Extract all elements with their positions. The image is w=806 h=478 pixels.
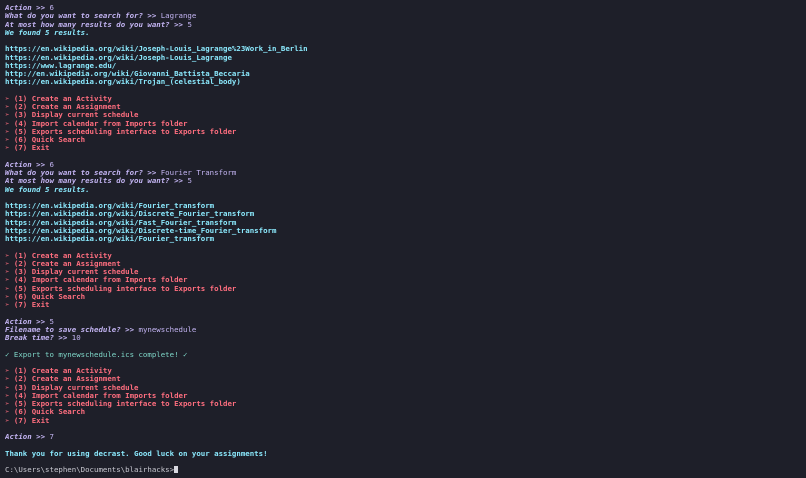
prompt-input-value: 5: [49, 317, 54, 326]
menu-option: ➢ (6) Quick Search: [5, 408, 86, 417]
prompt-label: Action >>: [5, 4, 50, 12]
search-result-url[interactable]: https://en.wikipedia.org/wiki/Discrete_F…: [5, 210, 802, 218]
shell-prompt[interactable]: C:\Users\stephen\Documents\blairhacks>: [5, 466, 802, 474]
prompt-label: At most how many results do you want? >>: [5, 177, 188, 186]
search-result-url[interactable]: https://en.wikipedia.org/wiki/Joseph-Lou…: [5, 54, 802, 62]
result-count-message: We found 5 results.: [5, 185, 90, 194]
search-result-url[interactable]: https://en.wikipedia.org/wiki/Discrete-t…: [5, 227, 802, 235]
prompt-label: What do you want to search for? >>: [5, 169, 161, 177]
block-cursor: [174, 466, 179, 473]
search-result-url[interactable]: https://en.wikipedia.org/wiki/Joseph-Lou…: [5, 45, 802, 53]
prompt-input-value: 7: [49, 433, 54, 441]
prompt-label: Action >>: [5, 433, 50, 441]
search-result-url[interactable]: https://en.wikipedia.org/wiki/Fast_Fouri…: [5, 219, 802, 227]
menu-option: ➢ (3) Display current schedule: [5, 111, 139, 120]
prompt-input-value: Lagrange: [160, 12, 197, 21]
menu-option: ➢ (6) Quick Search: [5, 292, 86, 301]
prompt-label: At most how many results do you want? >>: [5, 20, 188, 29]
terminal-output[interactable]: Action >> 6 What do you want to search fo…: [5, 4, 802, 478]
menu-option: ➢ (3) Display current schedule: [5, 383, 139, 392]
search-result-url[interactable]: https://www.lagrange.edu/: [5, 62, 802, 70]
prompt-label: Action >>: [5, 317, 50, 326]
result-count-prompt: At most how many results do you want? >>…: [5, 21, 802, 29]
menu-option: ➢ (7) Exit: [5, 144, 50, 153]
exit-message: Thank you for using decrast. Good luck o…: [5, 449, 268, 458]
prompt-input-value: 6: [49, 4, 54, 12]
menu-option: ➢ (1) Create an Activity: [5, 251, 112, 260]
filename-prompt: Filename to save schedule? >> mynewsched…: [5, 326, 802, 334]
menu-option: ➢ (6) Quick Search: [5, 136, 86, 144]
search-result-url[interactable]: https://en.wikipedia.org/wiki/Fourier_tr…: [5, 202, 802, 210]
menu-option: ➢ (5) Exports scheduling interface to Ex…: [5, 400, 237, 408]
menu-option: ➢ (2) Create an Assignment: [5, 259, 121, 268]
action-prompt: Action >> 7: [5, 433, 802, 441]
result-count-message: We found 5 results.: [5, 28, 90, 37]
prompt-input-value: 6: [49, 160, 54, 169]
menu-option: ➢ (4) Import calendar from Imports folde…: [5, 119, 188, 128]
search-result-url[interactable]: https://en.wikipedia.org/wiki/Fourier_tr…: [5, 235, 802, 243]
menu-option: ➢ (2) Create an Assignment: [5, 375, 121, 384]
menu-option: ➢ (7) Exit: [5, 416, 50, 425]
menu-option: ➢ (4) Import calendar from Imports folde…: [5, 391, 188, 400]
menu-option: ➢ (4) Import calendar from Imports folde…: [5, 276, 188, 285]
prompt-label: Break time? >>: [5, 334, 72, 342]
prompt-label: Action >>: [5, 160, 50, 169]
action-prompt: Action >> 6: [5, 161, 802, 169]
break-time-prompt: Break time? >> 10: [5, 334, 802, 342]
action-prompt: Action >> 6: [5, 4, 802, 12]
prompt-input-value: Fourier Transform: [160, 169, 237, 177]
result-count-prompt: At most how many results do you want? >>…: [5, 177, 802, 185]
menu-option: ➢ (2) Create an Assignment: [5, 103, 121, 111]
search-result-url[interactable]: https://en.wikipedia.org/wiki/Trojan_(ce…: [5, 78, 802, 86]
search-query-prompt: What do you want to search for? >> Lagra…: [5, 12, 802, 20]
menu-option: ➢ (7) Exit: [5, 301, 50, 309]
prompt-input-value: mynewschedule: [138, 325, 197, 334]
prompt-input-value: 5: [187, 177, 192, 186]
menu-option: ➢ (1) Create an Activity: [5, 367, 112, 375]
action-prompt: Action >> 5: [5, 318, 802, 326]
prompt-input-value: 5: [187, 20, 192, 29]
menu-option: ➢ (3) Display current schedule: [5, 268, 139, 276]
export-success-message: ✓ Export to mynewschedule.ics complete! …: [5, 350, 188, 359]
prompt-label: Filename to save schedule? >>: [5, 325, 139, 334]
menu-option: ➢ (5) Exports scheduling interface to Ex…: [5, 127, 237, 136]
search-result-url[interactable]: http://en.wikipedia.org/wiki/Giovanni_Ba…: [5, 70, 802, 78]
prompt-label: What do you want to search for? >>: [5, 12, 161, 21]
menu-option: ➢ (5) Exports scheduling interface to Ex…: [5, 284, 237, 293]
prompt-input-value: 10: [71, 334, 81, 342]
search-query-prompt: What do you want to search for? >> Fouri…: [5, 169, 802, 177]
shell-path: C:\Users\stephen\Documents\blairhacks>: [5, 466, 175, 474]
menu-option: ➢ (1) Create an Activity: [5, 94, 112, 103]
